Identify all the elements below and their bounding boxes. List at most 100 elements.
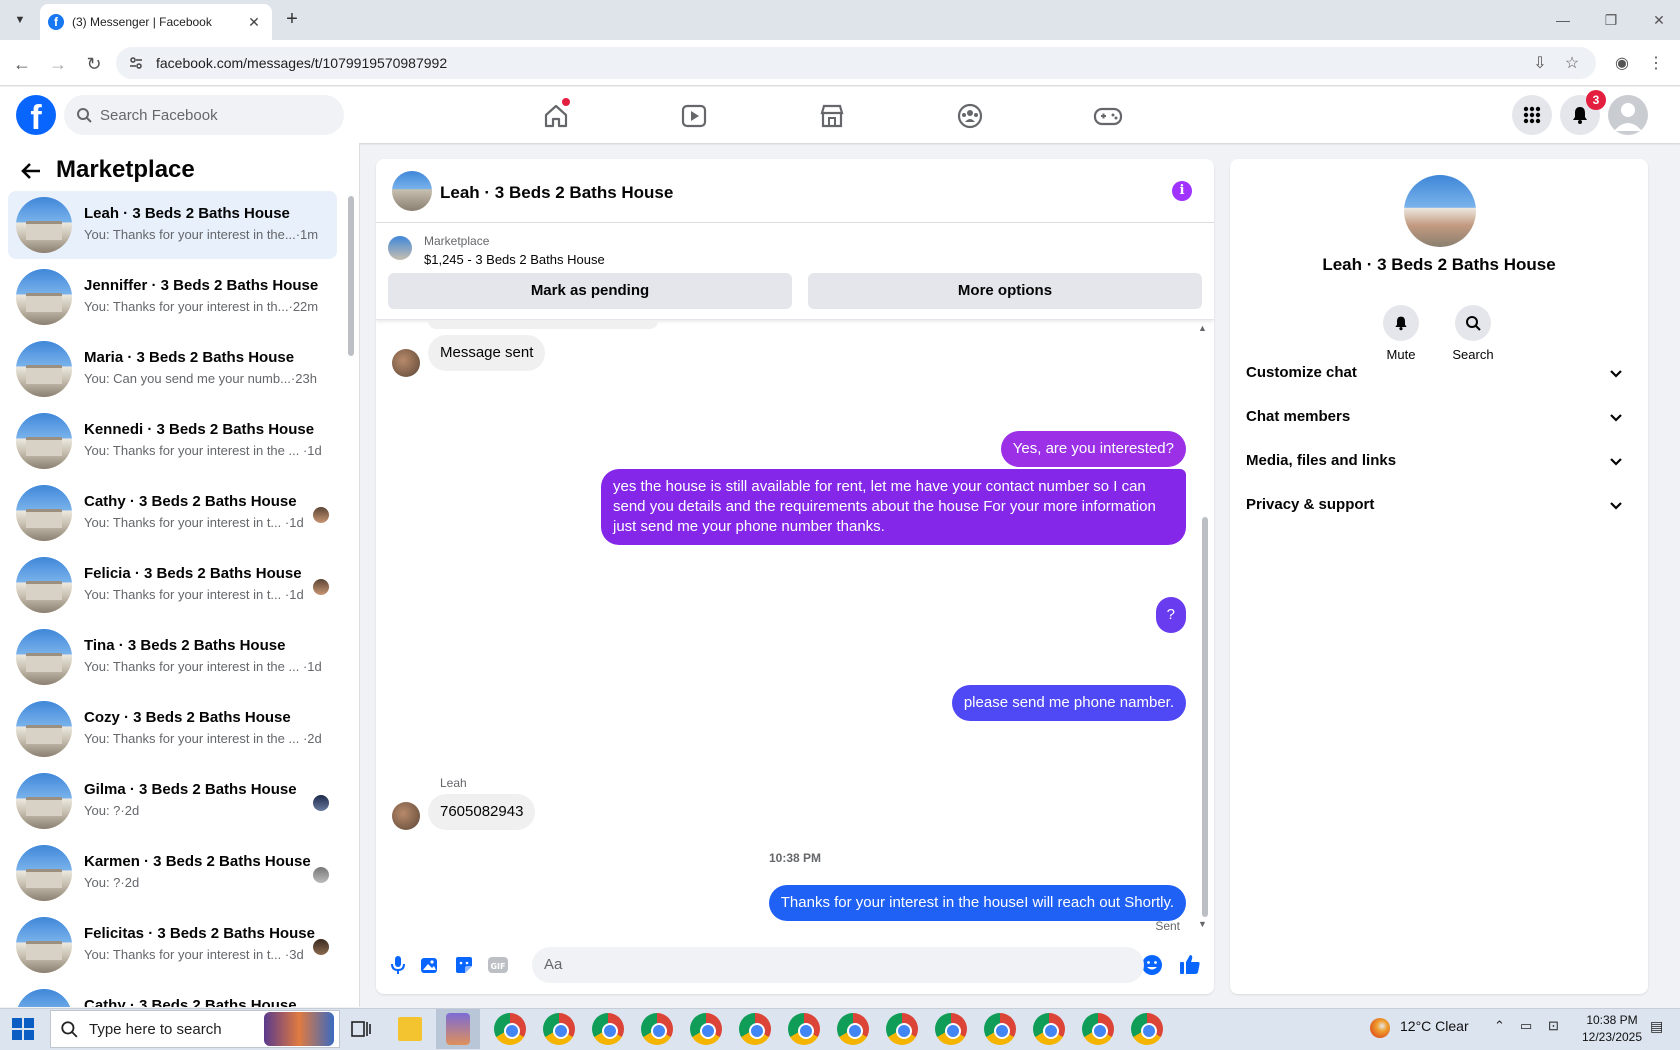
section-label: Customize chat bbox=[1246, 364, 1357, 381]
tray-display-icon[interactable]: ⊡ bbox=[1548, 1018, 1559, 1034]
chrome-app-icon[interactable] bbox=[984, 1013, 1016, 1045]
conversation-name: Felicitas · 3 Beds 2 Baths House bbox=[84, 925, 315, 942]
notification-center-icon[interactable]: ▤ bbox=[1650, 1018, 1670, 1038]
attach-image-icon[interactable] bbox=[418, 953, 442, 977]
task-view-icon[interactable] bbox=[350, 1018, 372, 1040]
conversation-item[interactable]: Jenniffer · 3 Beds 2 Baths House You: Tha… bbox=[8, 263, 337, 331]
tray-network-icon[interactable]: ▭ bbox=[1520, 1018, 1532, 1034]
scroll-up-icon[interactable]: ▲ bbox=[1198, 323, 1207, 333]
more-options-button[interactable]: More options bbox=[808, 273, 1202, 309]
back-icon[interactable]: ← bbox=[10, 52, 34, 76]
chrome-app-icon[interactable] bbox=[1033, 1013, 1065, 1045]
chrome-app-icon[interactable] bbox=[592, 1013, 624, 1045]
search-icon bbox=[1455, 305, 1491, 341]
close-tab-icon[interactable]: ✕ bbox=[244, 14, 264, 31]
restore-icon[interactable]: ❐ bbox=[1596, 8, 1626, 32]
conversation-item[interactable]: Leah · 3 Beds 2 Baths House You: Thanks f… bbox=[8, 191, 337, 259]
facebook-search-input[interactable]: Search Facebook bbox=[64, 95, 344, 135]
video-nav-icon[interactable] bbox=[674, 96, 714, 136]
chrome-app-icon[interactable] bbox=[739, 1013, 771, 1045]
conversation-name: Cathy · 3 Beds 2 Baths House bbox=[84, 997, 297, 1007]
chrome-app-icon[interactable] bbox=[1131, 1013, 1163, 1045]
address-bar[interactable]: facebook.com/messages/t/1079919570987992 bbox=[116, 47, 1596, 79]
browser-tab[interactable]: f (3) Messenger | Facebook ✕ bbox=[40, 4, 272, 40]
chrome-app-icon[interactable] bbox=[543, 1013, 575, 1045]
chrome-app-icon[interactable] bbox=[935, 1013, 967, 1045]
section-label: Chat members bbox=[1246, 408, 1351, 425]
tray-chevron-icon[interactable]: ⌃ bbox=[1494, 1018, 1505, 1034]
home-nav-icon[interactable] bbox=[536, 96, 576, 136]
conversation-snippet: You: Thanks for your interest in the ...… bbox=[84, 659, 322, 674]
bookmark-star-icon[interactable]: ☆ bbox=[1560, 52, 1584, 76]
conversation-item[interactable]: Gilma · 3 Beds 2 Baths House You: ?·2d bbox=[8, 767, 337, 835]
info-icon[interactable]: i bbox=[1172, 181, 1192, 201]
chat-scrollbar[interactable] bbox=[1202, 517, 1208, 917]
media-files-links-section[interactable]: Media, files and links bbox=[1246, 439, 1632, 483]
conversation-item[interactable]: Cathy · 3 Beds 2 Baths House bbox=[8, 983, 337, 1007]
chrome-app-icon[interactable] bbox=[690, 1013, 722, 1045]
customize-chat-section[interactable]: Customize chat bbox=[1246, 351, 1632, 395]
chat-avatar[interactable] bbox=[392, 171, 432, 211]
listing-title[interactable]: $1,245 - 3 Beds 2 Baths House bbox=[424, 252, 605, 267]
chrome-app-icon[interactable] bbox=[788, 1013, 820, 1045]
conversation-item[interactable]: Cathy · 3 Beds 2 Baths House You: Thanks … bbox=[8, 479, 337, 547]
conversation-item[interactable]: Tina · 3 Beds 2 Baths House You: Thanks f… bbox=[8, 623, 337, 691]
chrome-app-icon[interactable] bbox=[837, 1013, 869, 1045]
chrome-app-icon[interactable] bbox=[886, 1013, 918, 1045]
conversation-name: Tina · 3 Beds 2 Baths House bbox=[84, 637, 286, 654]
conversation-item[interactable]: Felicia · 3 Beds 2 Baths House You: Thank… bbox=[8, 551, 337, 619]
install-app-icon[interactable]: ⇩ bbox=[1528, 52, 1552, 76]
avatar bbox=[16, 557, 72, 613]
browser-menu-icon[interactable]: ⋮ bbox=[1644, 52, 1668, 76]
chat-members-section[interactable]: Chat members bbox=[1246, 395, 1632, 439]
facebook-logo-icon[interactable]: f bbox=[16, 95, 56, 135]
app-icon[interactable] bbox=[446, 1013, 470, 1045]
chrome-app-icon[interactable] bbox=[641, 1013, 673, 1045]
conversation-item[interactable]: Cozy · 3 Beds 2 Baths House You: Thanks f… bbox=[8, 695, 337, 763]
like-thumb-icon[interactable] bbox=[1178, 952, 1202, 976]
chrome-app-icon[interactable] bbox=[1082, 1013, 1114, 1045]
sticker-icon[interactable] bbox=[452, 953, 476, 977]
clock-time: 10:38 PM bbox=[1586, 1013, 1638, 1027]
weather-icon[interactable] bbox=[1370, 1018, 1390, 1038]
mark-as-pending-button[interactable]: Mark as pending bbox=[388, 273, 792, 309]
site-info-icon[interactable] bbox=[128, 55, 144, 71]
listing-thumbnail[interactable] bbox=[388, 236, 412, 260]
weather-text[interactable]: 12°C Clear bbox=[1400, 1018, 1469, 1034]
message-input[interactable]: Aa bbox=[532, 947, 1144, 983]
gaming-nav-icon[interactable] bbox=[1088, 96, 1128, 136]
home-notification-dot bbox=[562, 98, 570, 106]
conversation-name: Karmen · 3 Beds 2 Baths House bbox=[84, 853, 311, 870]
tab-search-button[interactable]: ▼ bbox=[8, 8, 32, 32]
conversation-list-scrollbar[interactable] bbox=[348, 196, 354, 356]
scroll-down-icon[interactable]: ▼ bbox=[1198, 919, 1207, 929]
sticky-notes-app-icon[interactable] bbox=[398, 1017, 422, 1041]
chrome-app-icon[interactable] bbox=[494, 1013, 526, 1045]
seen-avatar bbox=[313, 579, 329, 595]
search-icon bbox=[76, 107, 92, 123]
conversation-item[interactable]: Maria · 3 Beds 2 Baths House You: Can you… bbox=[8, 335, 337, 403]
windows-start-icon[interactable] bbox=[12, 1018, 34, 1040]
conversation-item[interactable]: Kennedi · 3 Beds 2 Baths House You: Thank… bbox=[8, 407, 337, 475]
forward-icon[interactable]: → bbox=[46, 52, 70, 76]
avatar bbox=[16, 269, 72, 325]
minimize-icon[interactable]: — bbox=[1548, 8, 1578, 32]
new-tab-button[interactable]: + bbox=[280, 8, 304, 32]
reload-icon[interactable]: ↻ bbox=[82, 52, 106, 76]
conversation-item[interactable]: Felicitas · 3 Beds 2 Baths House You: Tha… bbox=[8, 911, 337, 979]
chat-title[interactable]: Leah · 3 Beds 2 Baths House bbox=[440, 183, 673, 203]
profile-avatar[interactable] bbox=[1404, 175, 1476, 247]
marketplace-nav-icon[interactable] bbox=[812, 96, 852, 136]
conversation-item[interactable]: Karmen · 3 Beds 2 Baths House You: ?·2d bbox=[8, 839, 337, 907]
back-arrow-icon[interactable] bbox=[20, 160, 44, 184]
taskbar-clock[interactable]: 10:38 PM 12/23/2025 bbox=[1572, 1012, 1652, 1046]
profile-icon[interactable]: ◉ bbox=[1610, 52, 1634, 76]
privacy-support-section[interactable]: Privacy & support bbox=[1246, 483, 1632, 527]
account-avatar-icon[interactable] bbox=[1608, 95, 1648, 135]
menu-grid-icon[interactable] bbox=[1512, 95, 1552, 135]
sender-avatar bbox=[392, 802, 420, 830]
groups-nav-icon[interactable] bbox=[950, 96, 990, 136]
gif-icon[interactable]: GIF bbox=[486, 953, 510, 977]
microphone-icon[interactable] bbox=[386, 953, 410, 977]
close-window-icon[interactable]: ✕ bbox=[1644, 8, 1674, 32]
